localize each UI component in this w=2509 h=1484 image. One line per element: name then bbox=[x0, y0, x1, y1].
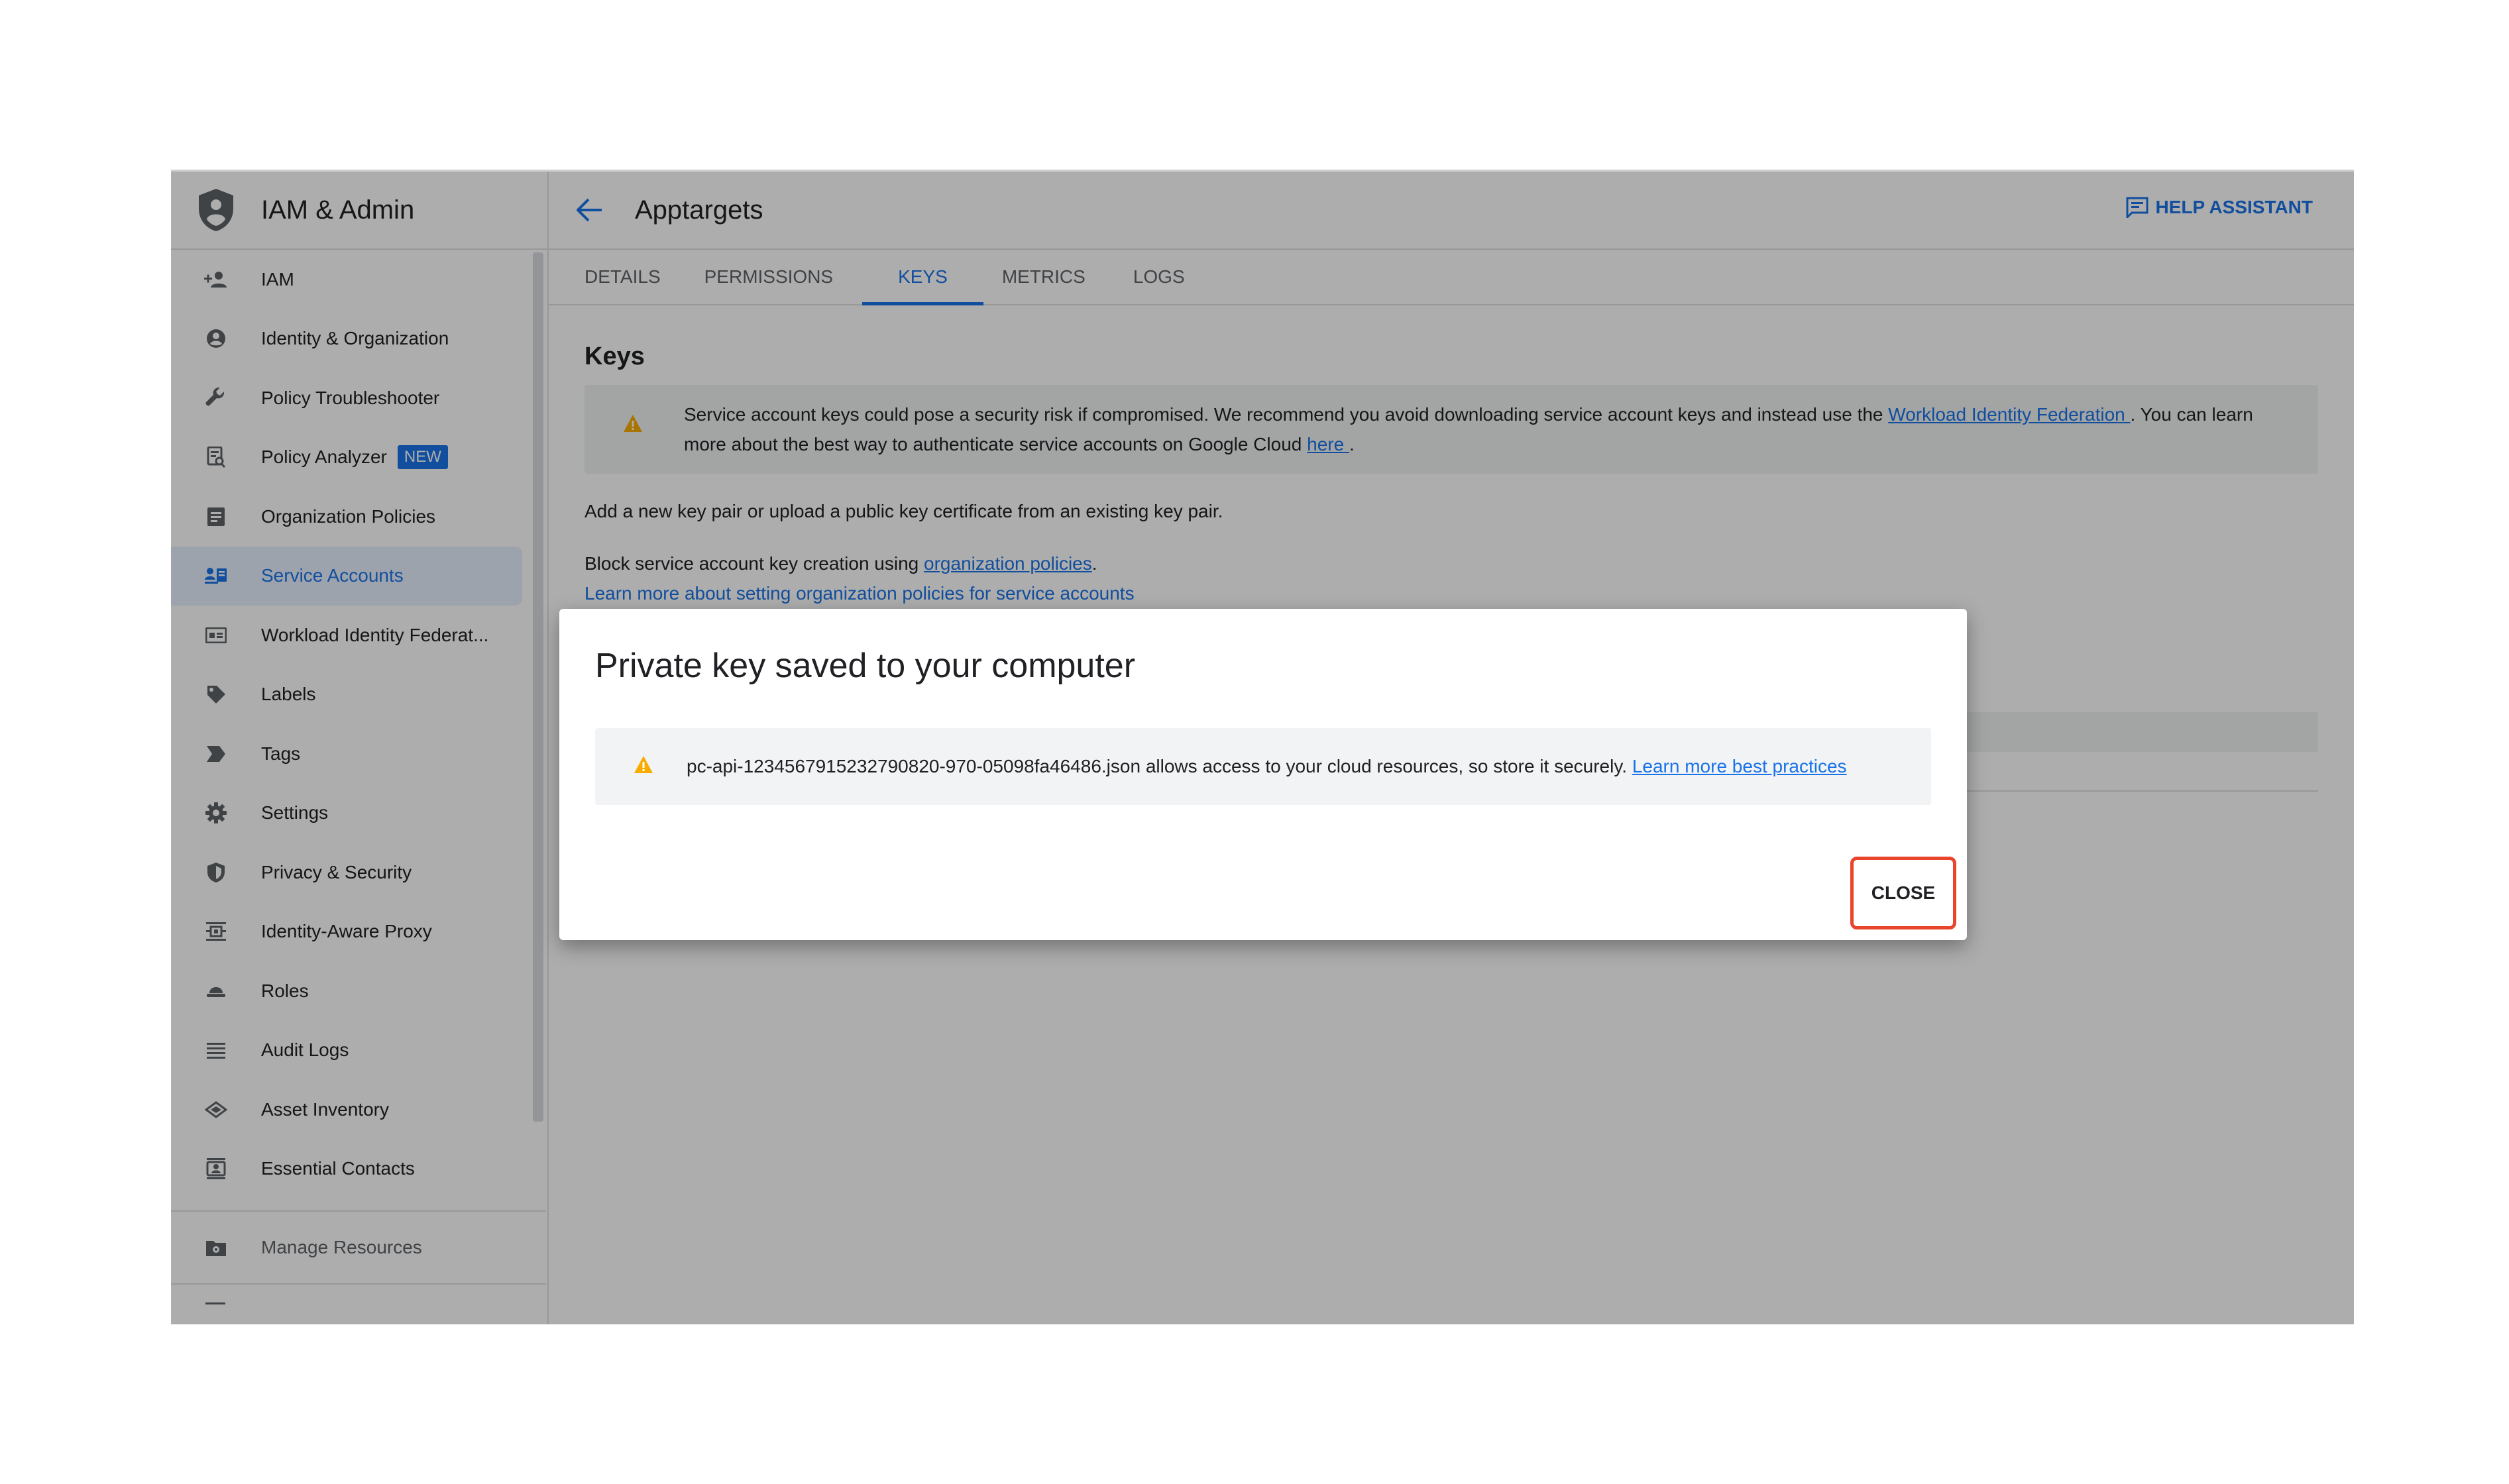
private-key-saved-dialog: Private key saved to your computer pc-ap… bbox=[559, 609, 1967, 940]
dialog-warning-banner: pc-api-1234567915232790820-970-05098fa46… bbox=[595, 728, 1931, 805]
dialog-warning-text: pc-api-1234567915232790820-970-05098fa46… bbox=[687, 756, 1847, 777]
close-button[interactable]: CLOSE bbox=[1850, 857, 1956, 929]
dialog-title: Private key saved to your computer bbox=[595, 647, 1136, 685]
console-window: IAM & Admin IAM Identity & Organization … bbox=[171, 170, 2354, 1324]
learn-more-best-practices-link[interactable]: Learn more best practices bbox=[1632, 756, 1847, 776]
key-file-message: pc-api-1234567915232790820-970-05098fa46… bbox=[687, 756, 1632, 776]
warning-icon bbox=[634, 755, 653, 778]
